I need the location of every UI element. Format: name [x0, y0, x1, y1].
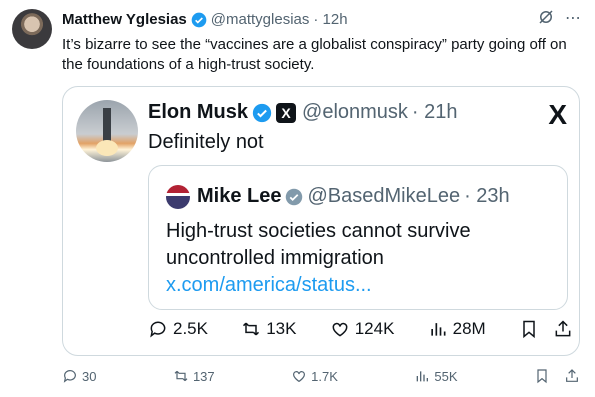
repost-icon: [174, 370, 188, 382]
views-count: 55K: [434, 368, 458, 384]
quoted-author-name[interactable]: Elon Musk: [148, 101, 248, 124]
quoted-handle[interactable]: @elonmusk: [302, 101, 408, 124]
tweet-header: Matthew Yglesias @mattyglesias · 12h: [62, 11, 348, 28]
quoted-timestamp[interactable]: · 21h: [412, 101, 458, 124]
reply-count: 2.5K: [173, 319, 208, 338]
grok-icon[interactable]: [537, 8, 555, 26]
views-icon: [430, 323, 446, 336]
inner-avatar[interactable]: [166, 185, 190, 209]
quoted-text: Definitely not: [148, 131, 264, 153]
share-icon[interactable]: [564, 368, 580, 384]
verified-badge-icon: [286, 188, 303, 205]
tweet-actions-top: ⋯: [537, 8, 581, 28]
reply-button[interactable]: 30: [62, 368, 96, 384]
like-icon: [332, 322, 348, 337]
timestamp[interactable]: · 12h: [313, 11, 347, 28]
share-icon[interactable]: [553, 319, 573, 339]
inner-link[interactable]: x.com/america/status...: [166, 274, 372, 296]
like-count: 124K: [354, 319, 395, 338]
quoted-tweet[interactable]: Elon Musk X @elonmusk · 21h X Definitely…: [62, 86, 580, 356]
verified-badge-icon: [191, 12, 207, 27]
views-count: 28M: [452, 319, 486, 338]
repost-count: 13K: [266, 319, 297, 338]
repost-count: 137: [192, 368, 215, 384]
quoted-avatar[interactable]: [76, 100, 138, 162]
inner-text-body: High-trust societies cannot survive unco…: [166, 220, 471, 269]
views-icon: [417, 371, 429, 382]
tweet-stats: 30 137 1.7K 55K: [62, 368, 580, 384]
affiliate-badge-icon: X: [276, 102, 297, 123]
inner-author-name[interactable]: Mike Lee: [197, 185, 281, 208]
inner-header: Mike Lee @BasedMikeLee · 23h: [197, 185, 510, 208]
bookmark-icon[interactable]: [534, 368, 550, 384]
views-button[interactable]: 28M: [428, 319, 486, 339]
inner-text: High-trust societies cannot survive unco…: [166, 218, 561, 299]
repost-button[interactable]: 137: [173, 368, 215, 384]
reply-icon: [63, 370, 76, 383]
bookmark-icon[interactable]: [519, 319, 539, 339]
x-logo-icon: X: [548, 99, 567, 130]
repost-icon: [243, 322, 260, 336]
inner-quoted-tweet[interactable]: Mike Lee @BasedMikeLee · 23h High-trust …: [148, 165, 568, 310]
quoted-header: Elon Musk X @elonmusk · 21h: [148, 101, 458, 124]
reply-button[interactable]: 2.5K: [148, 319, 208, 339]
author-handle[interactable]: @mattyglesias: [211, 11, 310, 28]
reply-count: 30: [82, 368, 97, 384]
quoted-stats: 2.5K 13K 124K 28M: [148, 319, 573, 339]
like-icon: [293, 371, 306, 383]
reply-icon: [150, 321, 166, 338]
more-icon[interactable]: ⋯: [565, 8, 581, 28]
like-count: 1.7K: [311, 368, 338, 384]
tweet-text: It’s bizarre to see the “vaccines are a …: [62, 36, 567, 73]
author-name[interactable]: Matthew Yglesias: [62, 11, 187, 28]
repost-button[interactable]: 13K: [241, 319, 296, 339]
inner-timestamp[interactable]: · 23h: [464, 185, 510, 208]
verified-badge-icon: [252, 103, 272, 122]
avatar[interactable]: [12, 9, 52, 49]
like-button[interactable]: 1.7K: [291, 368, 338, 384]
views-button[interactable]: 55K: [414, 368, 458, 384]
like-button[interactable]: 124K: [330, 319, 395, 339]
inner-handle[interactable]: @BasedMikeLee: [307, 185, 460, 208]
